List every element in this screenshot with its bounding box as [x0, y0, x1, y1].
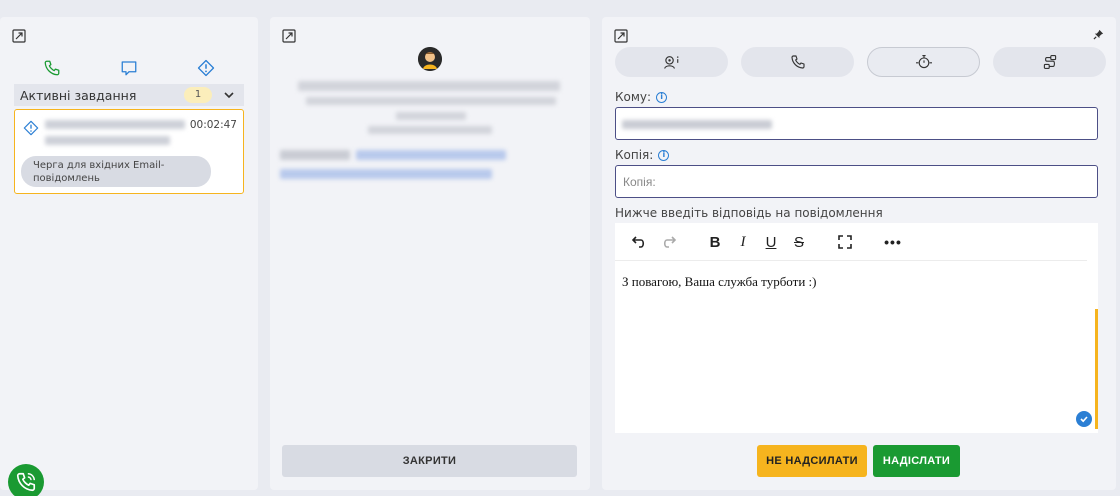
expand-icon[interactable] [282, 29, 296, 43]
bold-icon[interactable]: B [707, 234, 723, 251]
close-button[interactable]: ЗАКРИТИ [282, 445, 577, 477]
redacted-header-line [396, 112, 466, 120]
queue-badge: Черга для вхідних Email-повідомлень [21, 156, 211, 187]
check-icon[interactable] [1076, 411, 1092, 427]
softphone-button[interactable] [8, 464, 44, 496]
to-label: Кому: i [615, 90, 668, 104]
send-button[interactable]: НАДІСЛАТИ [873, 445, 960, 477]
editor-scrollbar[interactable] [1095, 309, 1098, 429]
message-panel: ЗАКРИТИ [270, 17, 590, 490]
alert-icon [197, 59, 214, 77]
task-card[interactable]: 00:02:47 Черга для вхідних Email-повідом… [14, 109, 244, 194]
redacted-recipient [622, 120, 772, 129]
to-field[interactable] [615, 107, 1098, 140]
redacted-header-line [368, 126, 492, 134]
underline-icon[interactable]: U [763, 234, 779, 251]
agent-info-icon [663, 56, 678, 69]
phone-ringing-icon [16, 472, 36, 492]
pin-icon[interactable] [1093, 29, 1104, 40]
reply-panel: Кому: i Копія: i Нижче введіть відповідь… [602, 17, 1116, 490]
redacted-header-line [298, 81, 560, 91]
cc-input[interactable] [616, 166, 1097, 197]
reply-editor[interactable]: B I U S ••• З повагою, Ваша служба турбо… [615, 223, 1098, 433]
italic-icon[interactable]: I [735, 234, 751, 250]
cc-label-text: Копія: [615, 148, 654, 162]
active-tasks-header[interactable]: Активні завдання 1 [14, 84, 244, 106]
to-label-text: Кому: [615, 90, 652, 104]
avatar [418, 47, 442, 71]
redacted-body-text [280, 150, 350, 160]
task-timer: 00:02:47 [189, 119, 237, 131]
redacted-body-link [280, 169, 492, 179]
editor-toolbar: B I U S ••• [615, 223, 1087, 261]
phone-icon [790, 55, 805, 69]
info-icon[interactable]: i [658, 149, 670, 161]
more-icon[interactable]: ••• [884, 234, 901, 250]
count-badge: 1 [184, 87, 212, 103]
cc-field[interactable] [615, 165, 1098, 198]
chat-icon [121, 61, 137, 76]
info-icon[interactable]: i [656, 91, 668, 103]
redacted-sender [45, 120, 185, 129]
cc-label: Копія: i [615, 148, 670, 162]
redacted-body-link [356, 150, 506, 160]
timer-button[interactable] [867, 47, 980, 77]
route-icon [1043, 55, 1056, 69]
agent-info-button[interactable] [615, 47, 728, 77]
stopwatch-icon [915, 55, 932, 69]
chevron-down-icon[interactable] [223, 89, 235, 101]
fullscreen-icon[interactable] [837, 234, 853, 250]
expand-icon[interactable] [614, 29, 628, 43]
redacted-subject [45, 136, 170, 145]
editor-content[interactable]: З повагою, Ваша служба турботи :) [622, 274, 816, 290]
dont-send-button[interactable]: НЕ НАДСИЛАТИ [757, 445, 867, 477]
expand-icon[interactable] [12, 29, 26, 43]
call-button[interactable] [741, 47, 854, 77]
redo-icon[interactable] [661, 234, 677, 250]
redacted-header-line [306, 97, 556, 105]
section-title: Активні завдання [20, 87, 137, 103]
phone-icon [44, 60, 60, 76]
action-bar [615, 47, 1106, 77]
reply-label: Нижче введіть відповідь на повідомлення [615, 206, 883, 220]
strikethrough-icon[interactable]: S [791, 234, 807, 251]
alert-icon [23, 120, 39, 136]
transfer-button[interactable] [993, 47, 1106, 77]
tasks-panel: Активні завдання 1 00:02:47 Черга для вх… [0, 17, 258, 496]
undo-icon[interactable] [631, 234, 647, 250]
